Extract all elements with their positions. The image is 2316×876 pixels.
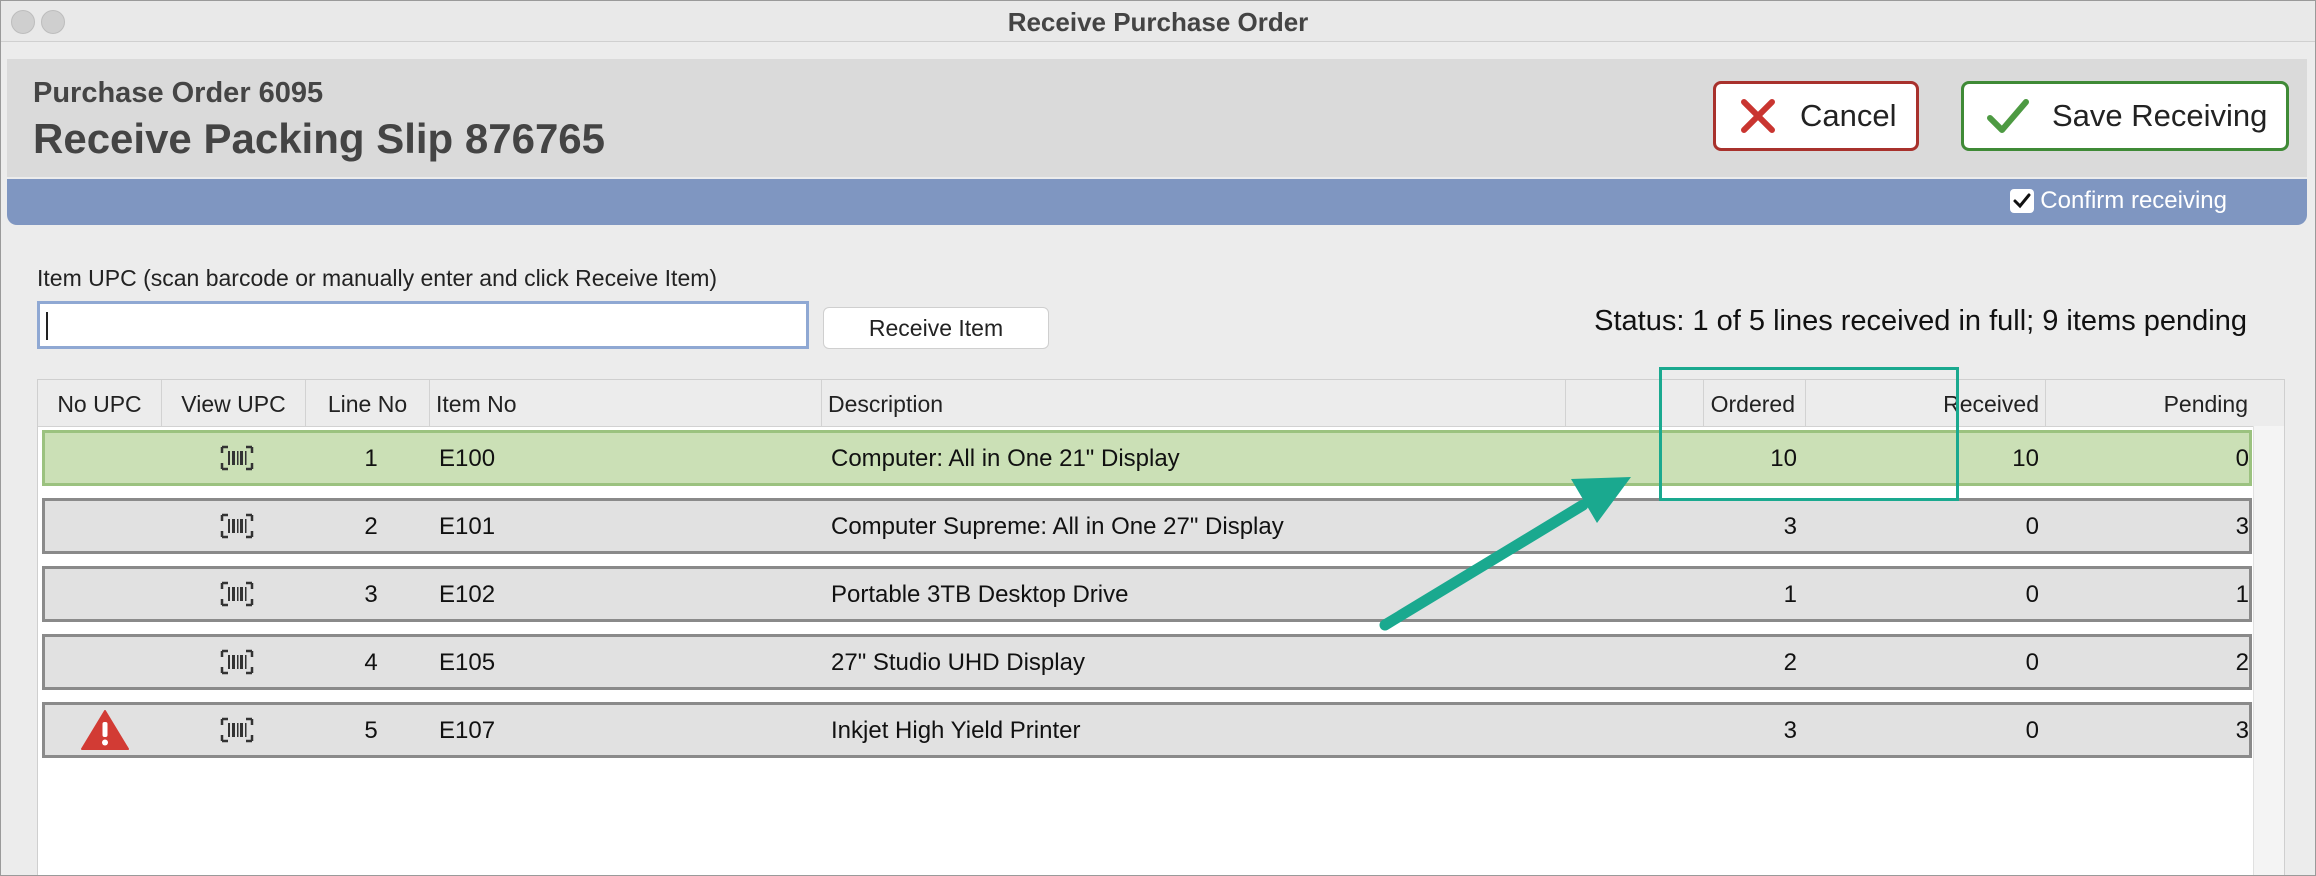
- col-item-no[interactable]: Item No: [430, 380, 822, 426]
- col-no-upc[interactable]: No UPC: [38, 380, 162, 426]
- item-no-cell: E102: [439, 581, 496, 608]
- checkmark-icon: [2013, 193, 2031, 209]
- col-line-no[interactable]: Line No: [306, 380, 430, 426]
- po-title: Purchase Order 6095: [33, 77, 324, 109]
- description-cell: Portable 3TB Desktop Drive: [831, 581, 1129, 608]
- no-upc-cell: [45, 637, 165, 687]
- description-cell: 27" Studio UHD Display: [831, 649, 1085, 676]
- checkmark-icon: [1987, 99, 2029, 133]
- line-no-cell: 4: [364, 649, 378, 676]
- table-row[interactable]: 5 E107 Inkjet High Yield Printer 3 0 3: [42, 702, 2252, 758]
- item-no-cell: E101: [439, 513, 496, 540]
- text-caret: [46, 312, 48, 340]
- col-pending[interactable]: Pending: [2046, 380, 2256, 426]
- confirm-receiving-label: Confirm receiving: [2040, 187, 2227, 214]
- barcode-icon[interactable]: [220, 581, 254, 607]
- page-title: Receive Packing Slip 876765: [33, 115, 606, 162]
- ordered-cell: 3: [1783, 513, 1797, 540]
- warning-triangle-icon: [81, 710, 129, 750]
- vertical-scrollbar[interactable]: [2253, 426, 2284, 875]
- upc-field-label: Item UPC (scan barcode or manually enter…: [37, 265, 718, 291]
- received-cell: 0: [2025, 581, 2039, 608]
- pending-cell: 2: [2235, 649, 2249, 676]
- title-bar: Receive Purchase Order: [1, 1, 2315, 42]
- item-no-cell: E107: [439, 717, 496, 744]
- table-header: No UPC View UPC Line No Item No Descript…: [38, 380, 2284, 427]
- save-label: Save Receiving: [2052, 98, 2268, 133]
- receive-po-window: Receive Purchase Order Purchase Order 60…: [0, 0, 2316, 876]
- confirm-receiving-checkbox[interactable]: [2010, 189, 2035, 213]
- col-description[interactable]: Description: [822, 380, 1566, 426]
- received-cell: 0: [2025, 649, 2039, 676]
- line-no-cell: 2: [364, 513, 378, 540]
- ordered-cell: 2: [1783, 649, 1797, 676]
- no-upc-cell: [45, 433, 165, 483]
- view-upc-cell[interactable]: [165, 501, 309, 551]
- cancel-button[interactable]: Cancel: [1713, 81, 1919, 151]
- ordered-cell: 1: [1783, 581, 1797, 608]
- ordered-cell: 10: [1770, 445, 1797, 472]
- table-row[interactable]: 1 E100 Computer: All in One 21" Display 10 1…: [42, 430, 2252, 486]
- line-no-cell: 3: [364, 581, 378, 608]
- x-icon: [1741, 99, 1775, 133]
- save-receiving-button[interactable]: Save Receiving: [1961, 81, 2289, 151]
- received-cell: 0: [2025, 717, 2039, 744]
- confirm-receiving-toggle[interactable]: Confirm receiving: [2010, 187, 2227, 215]
- col-spacer: [1566, 380, 1704, 426]
- barcode-icon[interactable]: [220, 445, 254, 471]
- col-ordered[interactable]: Ordered: [1704, 380, 1806, 426]
- table-row[interactable]: 4 E105 27" Studio UHD Display 2 0 2: [42, 634, 2252, 690]
- barcode-icon[interactable]: [220, 717, 254, 743]
- receive-item-button[interactable]: Receive Item: [823, 307, 1049, 349]
- col-received[interactable]: Received: [1806, 380, 2046, 426]
- line-no-cell: 5: [364, 717, 378, 744]
- description-cell: Inkjet High Yield Printer: [831, 717, 1081, 744]
- status-text: Status: 1 of 5 lines received in full; 9…: [1594, 305, 2247, 337]
- items-table: No UPC View UPC Line No Item No Descript…: [37, 379, 2285, 875]
- received-cell: 0: [2025, 513, 2039, 540]
- received-cell: 10: [2012, 445, 2039, 472]
- no-upc-cell: [45, 569, 165, 619]
- pending-cell: 1: [2235, 581, 2249, 608]
- pending-cell: 0: [2235, 445, 2249, 472]
- no-upc-cell: [45, 705, 165, 755]
- pending-cell: 3: [2235, 717, 2249, 744]
- options-bar: Confirm receiving: [7, 179, 2307, 225]
- barcode-icon[interactable]: [220, 513, 254, 539]
- upc-input[interactable]: [37, 301, 809, 349]
- description-cell: Computer Supreme: All in One 27" Display: [831, 513, 1284, 540]
- pending-cell: 3: [2235, 513, 2249, 540]
- line-no-cell: 1: [364, 445, 378, 472]
- ordered-cell: 3: [1783, 717, 1797, 744]
- view-upc-cell[interactable]: [165, 637, 309, 687]
- item-no-cell: E100: [439, 445, 496, 472]
- window-title: Receive Purchase Order: [1007, 7, 1309, 37]
- table-row[interactable]: 3 E102 Portable 3TB Desktop Drive 1 0 1: [42, 566, 2252, 622]
- barcode-icon[interactable]: [220, 649, 254, 675]
- view-upc-cell[interactable]: [165, 433, 309, 483]
- view-upc-cell[interactable]: [165, 569, 309, 619]
- view-upc-cell[interactable]: [165, 705, 309, 755]
- description-cell: Computer: All in One 21" Display: [831, 445, 1180, 472]
- col-view-upc[interactable]: View UPC: [162, 380, 306, 426]
- table-row[interactable]: 2 E101 Computer Supreme: All in One 27" Di…: [42, 498, 2252, 554]
- no-upc-cell: [45, 501, 165, 551]
- cancel-label: Cancel: [1800, 98, 1897, 133]
- header-panel: Purchase Order 6095 Receive Packing Slip…: [7, 59, 2307, 177]
- item-no-cell: E105: [439, 649, 496, 676]
